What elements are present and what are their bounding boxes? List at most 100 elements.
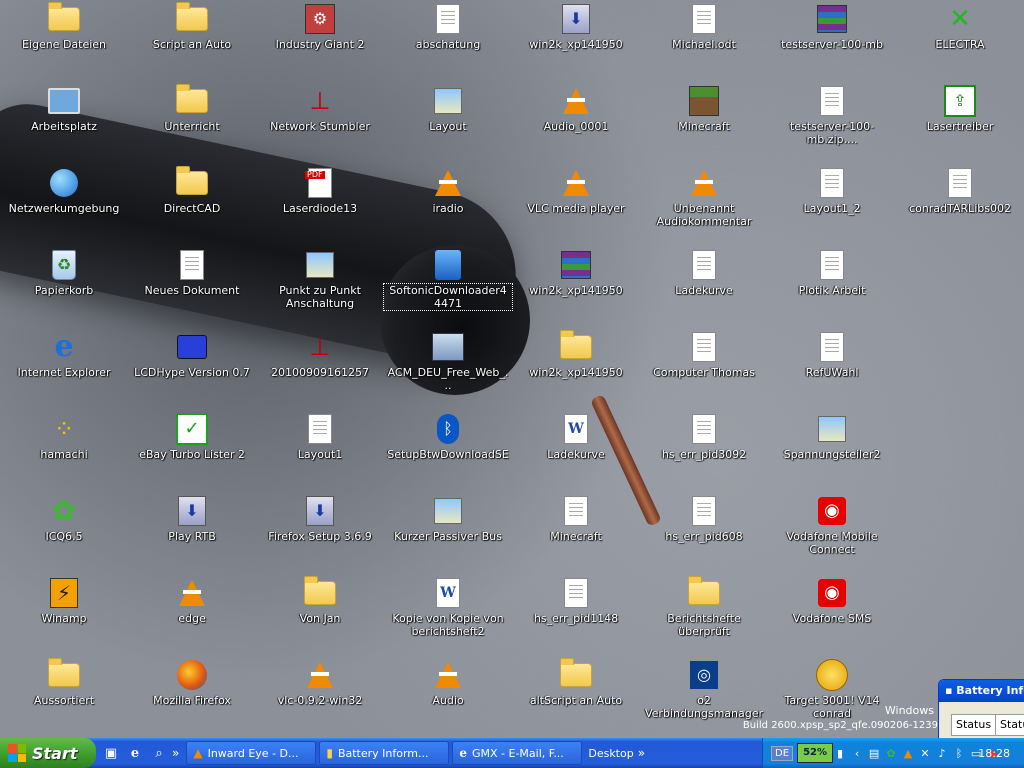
vlc-icon: ▲: [193, 746, 203, 760]
my-computer-icon-shape: [48, 88, 80, 114]
desktop-icon[interactable]: hs_err_pid3092: [640, 412, 768, 492]
desktop-icon[interactable]: abschatung: [384, 2, 512, 82]
document-icon-shape: [692, 4, 716, 34]
desktop-icon[interactable]: LCDHype Version 0.7: [128, 330, 256, 410]
desktop-icon[interactable]: Minecraft: [640, 84, 768, 164]
desktop-icon[interactable]: DirectCAD: [128, 166, 256, 246]
battery-tray-icon[interactable]: ▮: [833, 746, 847, 760]
desktop-icon[interactable]: Laserdiode13: [256, 166, 384, 246]
vodafone-sms-icon-shape: ◉: [818, 579, 846, 607]
build-string: Build 2600.xpsp_sp2_qfe.090206-1239: [742, 720, 938, 731]
battery-info-window[interactable]: ▪ Battery Info Status Status: [938, 679, 1024, 741]
desktop-icon-label: DirectCAD: [163, 202, 221, 215]
desktop-icon[interactable]: Unbenannt Audiokommentar: [640, 166, 768, 246]
battery-tab-status-2[interactable]: Status: [995, 714, 1024, 736]
desktop-icon[interactable]: SoftonicDownloader44471: [383, 248, 513, 328]
desktop-icon[interactable]: Von Jan: [256, 576, 384, 656]
desktop-icon[interactable]: ᛒ SetupBtwDownloadSE: [384, 412, 512, 492]
desktop-icon[interactable]: ✿ ICQ6.5: [0, 494, 128, 574]
folder-icon-shape: [304, 576, 336, 605]
desktop-icon[interactable]: ⚙ Industry Giant 2: [256, 2, 384, 82]
desktop-toolbar-chevron-icon[interactable]: »: [638, 746, 645, 760]
desktop-icon[interactable]: ◉ Vodafone SMS: [768, 576, 896, 656]
desktop-icon[interactable]: Ladekurve: [640, 248, 768, 328]
desktop-icon[interactable]: W Ladekurve: [512, 412, 640, 492]
show-desktop-icon[interactable]: ▣: [102, 744, 120, 762]
desktop-icon[interactable]: Michael.odt: [640, 2, 768, 82]
desktop-icon[interactable]: ♻ Papierkorb: [0, 248, 128, 328]
desktop-icon[interactable]: ACM_DEU_Free_Web_...: [384, 330, 512, 410]
desktop-icon[interactable]: ⁘ hamachi: [0, 412, 128, 492]
desktop-icon[interactable]: ⬇ win2k_xp141950: [512, 2, 640, 82]
bluetooth-tray-icon[interactable]: ᛒ: [952, 746, 966, 760]
desktop-icon[interactable]: Mozilla Firefox: [128, 658, 256, 738]
desktop-icon[interactable]: Neues Dokument: [128, 248, 256, 328]
desktop-icon[interactable]: Kurzer Passiver Bus: [384, 494, 512, 574]
icq-tray-icon[interactable]: ✿: [884, 746, 898, 760]
desktop-icon[interactable]: Berichtshefte überprüft: [640, 576, 768, 656]
desktop-icon[interactable]: Layout1: [256, 412, 384, 492]
desktop-icon[interactable]: Punkt zu Punkt Anschaltung: [256, 248, 384, 328]
desktop-icon[interactable]: VLC media player: [512, 166, 640, 246]
language-indicator[interactable]: DE: [771, 745, 794, 761]
tray-expand-icon[interactable]: ‹: [850, 746, 864, 760]
desktop-icon[interactable]: edge: [128, 576, 256, 656]
desktop-icon[interactable]: Arbeitsplatz: [0, 84, 128, 164]
desktop-icon[interactable]: ✓ eBay Turbo Lister 2: [128, 412, 256, 492]
battery-tab-status[interactable]: Status: [951, 714, 997, 736]
desktop-icon[interactable]: ⊥ Network Stumbler: [256, 84, 384, 164]
desktop-icon[interactable]: Spannungsteiler2: [768, 412, 896, 492]
volume-icon[interactable]: ♪: [935, 746, 949, 760]
desktop[interactable]: Eigene Dateien Script an Auto ⚙ Industry Gi…: [0, 0, 1024, 741]
quick-launch-chevron-icon[interactable]: »: [172, 746, 179, 760]
desktop-icon[interactable]: Unterricht: [128, 84, 256, 164]
desktop-icon[interactable]: Plotik Arbeit: [768, 248, 896, 328]
desktop-icon[interactable]: ⬇ Play RTB: [128, 494, 256, 574]
vlc-tray-icon[interactable]: ▲: [901, 746, 915, 760]
desktop-icon[interactable]: testserver-100-mb: [768, 2, 896, 82]
battery-meter[interactable]: 52%: [797, 743, 834, 763]
desktop-icon[interactable]: Audio_0001: [512, 84, 640, 164]
taskbar-button-inward-eye[interactable]: ▲ Inward Eye - D...: [186, 741, 317, 765]
desktop-toolbar-label[interactable]: Desktop: [588, 747, 633, 760]
desktop-icon[interactable]: ⇪ Lasertreiber: [896, 84, 1024, 164]
taskbar-button-gmx[interactable]: e GMX - E-Mail, F...: [452, 741, 583, 765]
desktop-icon[interactable]: Netzwerkumgebung: [0, 166, 128, 246]
desktop-icon[interactable]: Script an Auto: [128, 2, 256, 82]
desktop-icon[interactable]: ⬇ Firefox Setup 3.6.9: [256, 494, 384, 574]
vlc-icon-shape: [563, 170, 589, 196]
desktop-icon[interactable]: Minecraft: [512, 494, 640, 574]
network-tray-icon[interactable]: ▤: [867, 746, 881, 760]
desktop-icon[interactable]: hs_err_pid1148: [512, 576, 640, 656]
desktop-icon[interactable]: Eigene Dateien: [0, 2, 128, 82]
document-icon-shape: [692, 496, 716, 526]
desktop-icon[interactable]: W Kopie von Kopie von berichtsheft2: [384, 576, 512, 656]
desktop-icon[interactable]: Layout: [384, 84, 512, 164]
desktop-icon[interactable]: ⚡ Winamp: [0, 576, 128, 656]
desktop-icon[interactable]: altScript an Auto: [512, 658, 640, 738]
battery-window-title[interactable]: ▪ Battery Info: [939, 680, 1024, 702]
desktop-icon[interactable]: ⊥ 20100909161257: [256, 330, 384, 410]
desktop-icon[interactable]: e Internet Explorer: [0, 330, 128, 410]
desktop-icon[interactable]: hs_err_pid608: [640, 494, 768, 574]
desktop-icon[interactable]: RefUWahl: [768, 330, 896, 410]
network-disconnected-icon[interactable]: ✕: [918, 746, 932, 760]
desktop-icon[interactable]: ◉ Vodafone Mobile Connect: [768, 494, 896, 574]
desktop-icon[interactable]: vlc-0.9.2-win32: [256, 658, 384, 738]
desktop-icon[interactable]: testserver-100-mb.zip....: [768, 84, 896, 164]
desktop-icon[interactable]: win2k_xp141950: [512, 248, 640, 328]
desktop-icon[interactable]: ✕ ELECTRA: [896, 2, 1024, 82]
clock[interactable]: 18:28: [978, 747, 1010, 760]
desktop-icon[interactable]: Aussortiert: [0, 658, 128, 738]
desktop-icon[interactable]: Computer Thomas: [640, 330, 768, 410]
desktop-icon[interactable]: iradio: [384, 166, 512, 246]
taskbar-button-battery-info[interactable]: ▮ Battery Inform...: [319, 741, 450, 765]
internet-explorer-icon[interactable]: e: [126, 744, 144, 762]
document-icon-shape: [820, 168, 844, 198]
desktop-icon[interactable]: Audio: [384, 658, 512, 738]
start-button[interactable]: Start: [0, 738, 96, 768]
desktop-icon[interactable]: Layout1_2: [768, 166, 896, 246]
desktop-icon[interactable]: conradTARLibs002: [896, 166, 1024, 246]
search-icon[interactable]: ⌕: [150, 744, 168, 762]
desktop-icon[interactable]: win2k_xp141950: [512, 330, 640, 410]
